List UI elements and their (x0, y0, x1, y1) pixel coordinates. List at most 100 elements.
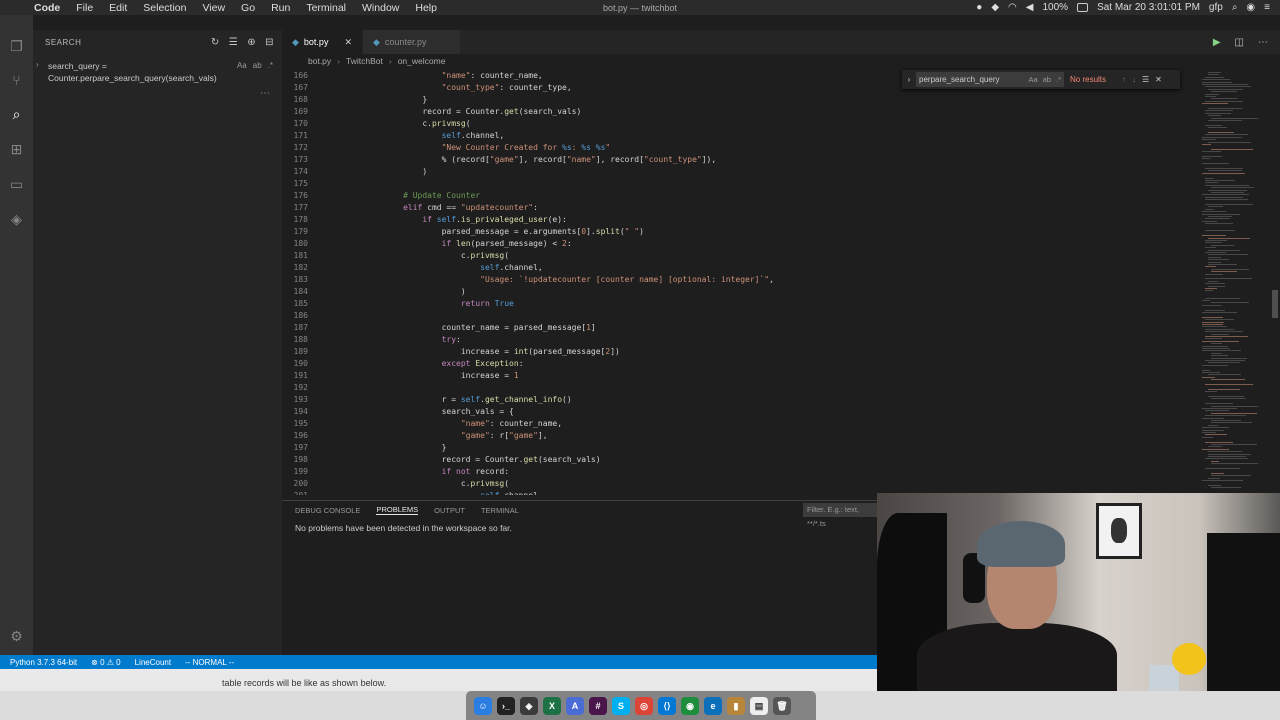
code-line[interactable]: 173 % (record["game"], record["name"], r… (282, 154, 1200, 166)
code-line[interactable]: 172 "New Counter Created for %s: %s %s" (282, 142, 1200, 154)
breadcrumb-class[interactable]: TwitchBot (346, 56, 383, 66)
collapse-all-icon[interactable]: ⊟ (265, 37, 274, 48)
close-icon[interactable]: ✕ (344, 37, 352, 48)
code-line[interactable]: 194 search_vals = { (282, 406, 1200, 418)
code-line[interactable]: 183 "Usage: `!updatecounter [counter nam… (282, 274, 1200, 286)
code-line[interactable]: 176 # Update Counter (282, 190, 1200, 202)
match-case-toggle[interactable]: Aa (237, 61, 247, 70)
search-input[interactable]: › search_query = Counter.perpare_search_… (36, 60, 273, 88)
toggle-replace-icon[interactable]: › (902, 75, 916, 84)
toggle-replace-icon[interactable]: › (36, 60, 39, 69)
code-line[interactable]: 196 "game": r["game"], (282, 430, 1200, 442)
code-line[interactable]: 187 counter_name = parsed_message[1] (282, 322, 1200, 334)
finder-icon[interactable]: ☺ (474, 696, 492, 715)
code-line[interactable]: 198 record = Counter.get(search_vals) (282, 454, 1200, 466)
code-line[interactable]: 189 increase = int(parsed_message[2]) (282, 346, 1200, 358)
code-line[interactable]: 170 c.privmsg( (282, 118, 1200, 130)
match-word-toggle[interactable]: ab (1043, 72, 1051, 87)
menu-selection[interactable]: Selection (135, 2, 194, 14)
code-line[interactable]: 192 (282, 382, 1200, 394)
find-input[interactable]: perpare_search_query Aa ab .* (916, 72, 1064, 87)
code-line[interactable]: 175 (282, 178, 1200, 190)
regex-toggle[interactable]: .* (268, 61, 273, 70)
code-line[interactable]: 177 elif cmd == "updatecounter": (282, 202, 1200, 214)
menu-view[interactable]: View (194, 2, 233, 14)
scrollbar-thumb[interactable] (1272, 290, 1278, 318)
code-line[interactable]: 195 "name": counter_name, (282, 418, 1200, 430)
edge-icon[interactable]: e (704, 696, 722, 715)
code-line[interactable]: 168 } (282, 94, 1200, 106)
match-case-toggle[interactable]: Aa (1028, 72, 1037, 87)
skype-icon[interactable]: S (612, 696, 630, 715)
layers-icon[interactable]: ◈ (520, 696, 538, 715)
tab-output[interactable]: OUTPUT (434, 506, 465, 515)
menu-run[interactable]: Run (263, 2, 298, 14)
code-line[interactable]: 171 self.channel, (282, 130, 1200, 142)
match-word-toggle[interactable]: ab (253, 61, 262, 70)
video-icon[interactable]: ● (976, 2, 982, 13)
code-line[interactable]: 191 increase = 1 (282, 370, 1200, 382)
code-line[interactable]: 169 record = Counter.get(search_vals) (282, 106, 1200, 118)
robot-app-icon[interactable]: ◉ (681, 696, 699, 715)
dropbox-icon[interactable]: ◆ (991, 2, 999, 13)
terminal-icon[interactable]: ›_ (497, 696, 515, 715)
extensions-icon[interactable]: ⊞ (8, 141, 25, 158)
next-match-icon[interactable]: ↓ (1132, 75, 1136, 84)
menu-help[interactable]: Help (407, 2, 445, 14)
trash-icon[interactable]: 🗑 (773, 696, 791, 715)
code-line[interactable]: 182 self.channel, (282, 262, 1200, 274)
clock[interactable]: Sat Mar 20 3:01:01 PM (1097, 2, 1200, 13)
gear-icon[interactable]: ⚙ (8, 628, 25, 645)
breadcrumb-file[interactable]: bot.py (308, 56, 331, 66)
control-center-icon[interactable]: ≡ (1264, 2, 1270, 13)
explorer-icon[interactable]: ❐ (8, 38, 25, 55)
menu-app-name[interactable]: Code (26, 2, 68, 14)
user-name[interactable]: gfp (1209, 2, 1223, 13)
more-actions-icon[interactable]: ⋯ (1258, 37, 1268, 48)
menu-window[interactable]: Window (354, 2, 407, 14)
bottle-app-icon[interactable]: ▮ (727, 696, 745, 715)
preview-icon[interactable]: ▤ (750, 696, 768, 715)
split-editor-icon[interactable]: ◫ (1235, 37, 1244, 48)
code-line[interactable]: 181 c.privmsg( (282, 250, 1200, 262)
refresh-icon[interactable]: ↻ (211, 37, 220, 48)
chrome-icon[interactable]: ◎ (635, 696, 653, 715)
problems-filter-input[interactable]: Filter. E.g.: text, **/*.ts (803, 503, 878, 528)
volume-icon[interactable]: ◀ (1026, 2, 1034, 13)
find-in-selection-icon[interactable]: ☰ (1142, 75, 1149, 84)
app-store-icon[interactable]: A (566, 696, 584, 715)
regex-toggle[interactable]: .* (1056, 72, 1061, 87)
minimap[interactable] (1200, 68, 1280, 495)
vscode-icon[interactable]: ⟨⟩ (658, 696, 676, 715)
code-line[interactable]: 185 return True (282, 298, 1200, 310)
battery-icon[interactable] (1077, 3, 1089, 12)
menu-file[interactable]: File (68, 2, 101, 14)
code-line[interactable]: 174 ) (282, 166, 1200, 178)
spotlight-icon[interactable]: ⌕ (1232, 2, 1238, 13)
menu-edit[interactable]: Edit (101, 2, 135, 14)
code-line[interactable]: 199 if not record: (282, 466, 1200, 478)
code-line[interactable]: 197 } (282, 442, 1200, 454)
previous-match-icon[interactable]: ↑ (1122, 75, 1126, 84)
code-line[interactable]: 184 ) (282, 286, 1200, 298)
siri-icon[interactable]: ◉ (1246, 2, 1255, 13)
source-control-icon[interactable]: ⑂ (8, 72, 25, 89)
clear-results-icon[interactable]: ☰ (229, 37, 238, 48)
code-line[interactable]: 186 (282, 310, 1200, 322)
close-icon[interactable]: ✕ (1155, 75, 1162, 84)
python-interpreter[interactable]: Python 3.7.3 64-bit (10, 658, 77, 667)
code-line[interactable]: 178 if self.is_privaleged_user(e): (282, 214, 1200, 226)
remote-explorer-icon[interactable]: ▭ (8, 176, 25, 193)
code-line[interactable]: 180 if len(parsed_message) < 2: (282, 238, 1200, 250)
tab-counter-py[interactable]: ◆ counter.py ✕ (363, 30, 461, 54)
new-search-editor-icon[interactable]: ⊕ (247, 37, 256, 48)
code-line[interactable]: 190 except Exception: (282, 358, 1200, 370)
code-editor[interactable]: 166 "name": counter_name, 167 "count_type… (282, 68, 1200, 495)
code-line[interactable]: 188 try: (282, 334, 1200, 346)
linecount-item[interactable]: LineCount (135, 658, 171, 667)
problems-count[interactable]: ⊗ 0 ⚠ 0 (91, 658, 120, 667)
menu-terminal[interactable]: Terminal (298, 2, 354, 14)
menu-go[interactable]: Go (233, 2, 263, 14)
breadcrumb-method[interactable]: on_welcome (398, 56, 446, 66)
tab-debug-console[interactable]: DEBUG CONSOLE (295, 506, 360, 515)
